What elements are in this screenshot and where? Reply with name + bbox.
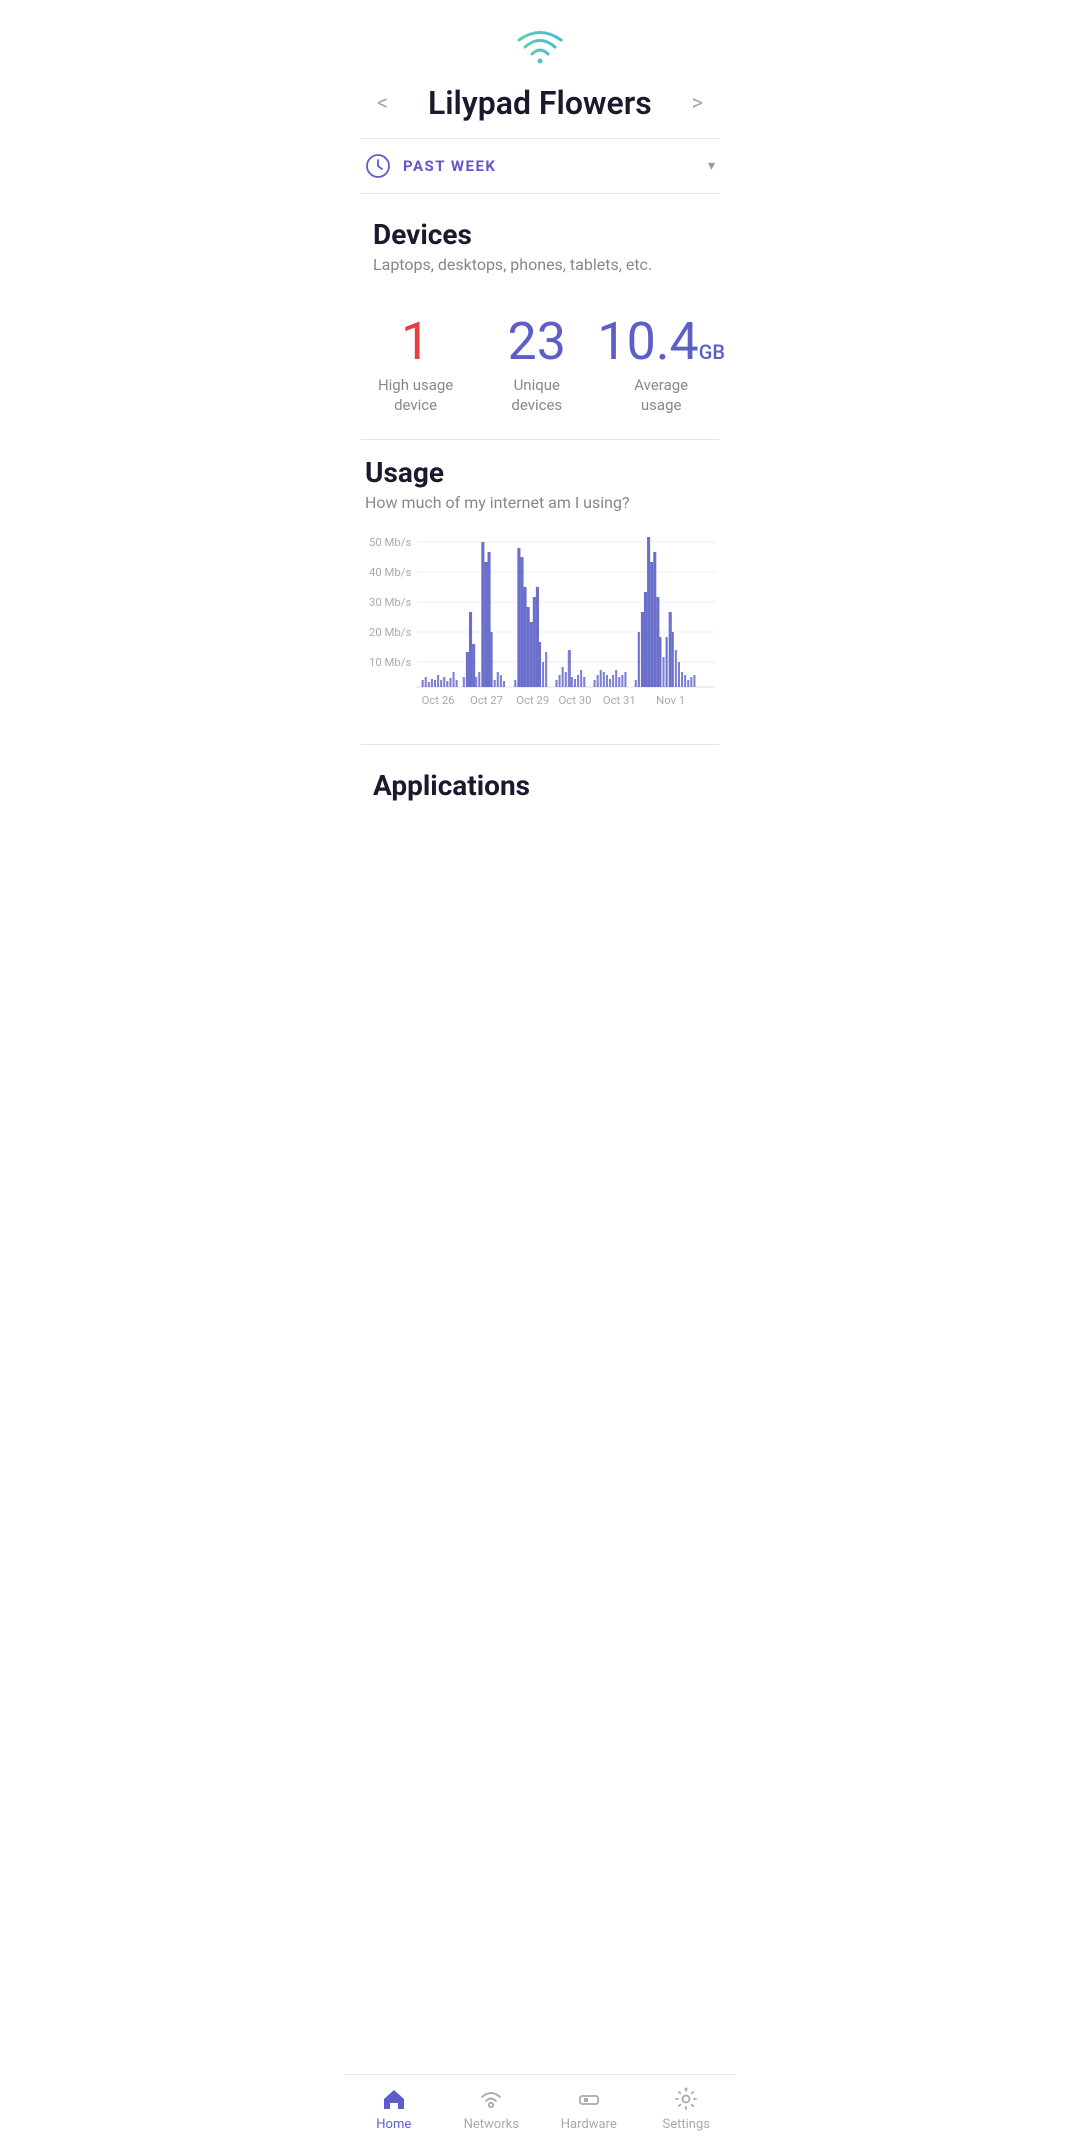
networks-icon — [477, 2085, 505, 2113]
svg-text:30 Mb/s: 30 Mb/s — [369, 596, 412, 609]
nav-settings-label: Settings — [663, 2117, 710, 2132]
nav-home[interactable]: Home — [345, 2085, 443, 2132]
dropdown-arrow-icon: ▾ — [708, 158, 715, 174]
svg-text:Oct 29: Oct 29 — [516, 694, 549, 707]
network-title-row: < Lilypad Flowers > — [345, 76, 735, 138]
usage-subtitle: How much of my internet am I using? — [365, 493, 715, 512]
usage-title: Usage — [365, 456, 715, 489]
nav-hardware[interactable]: Hardware — [540, 2085, 638, 2132]
svg-text:20 Mb/s: 20 Mb/s — [369, 626, 412, 639]
wifi-signal-icon — [516, 28, 564, 66]
home-icon — [380, 2085, 408, 2113]
wifi-header — [345, 0, 735, 76]
svg-text:10 Mb/s: 10 Mb/s — [369, 656, 412, 669]
svg-text:Oct 30: Oct 30 — [559, 694, 592, 707]
svg-text:Oct 31: Oct 31 — [603, 694, 636, 707]
stat-unique-devices[interactable]: 23 Uniquedevices — [476, 316, 597, 415]
prev-network-button[interactable]: < — [369, 87, 396, 120]
nav-settings[interactable]: Settings — [638, 2085, 736, 2132]
high-usage-value: 1 — [401, 316, 430, 368]
usage-chart: 50 Mb/s 40 Mb/s 30 Mb/s 20 Mb/s 10 Mb/s — [365, 532, 715, 732]
clock-icon — [365, 153, 391, 179]
devices-title: Devices — [373, 218, 707, 251]
nav-home-label: Home — [376, 2117, 411, 2132]
usage-section: Usage How much of my internet am I using… — [345, 440, 735, 744]
svg-text:Oct 27: Oct 27 — [470, 694, 503, 707]
average-usage-value: 10.4GB — [597, 316, 725, 368]
stat-high-usage[interactable]: 1 High usagedevice — [355, 316, 476, 415]
bottom-nav: Home Networks Hardware Settings — [345, 2074, 735, 2146]
nav-networks[interactable]: Networks — [443, 2085, 541, 2132]
devices-subtitle: Laptops, desktops, phones, tablets, etc. — [373, 255, 707, 274]
svg-text:Nov 1: Nov 1 — [656, 694, 685, 707]
stat-average-usage[interactable]: 10.4GB Averageusage — [597, 316, 725, 415]
time-filter-selector[interactable]: PAST WEEK ▾ — [345, 139, 735, 193]
network-title: Lilypad Flowers — [428, 84, 652, 122]
settings-icon — [672, 2085, 700, 2113]
svg-text:40 Mb/s: 40 Mb/s — [369, 566, 412, 579]
applications-section: Applications — [345, 745, 735, 818]
usage-chart-svg: 50 Mb/s 40 Mb/s 30 Mb/s 20 Mb/s 10 Mb/s — [365, 532, 715, 732]
nav-networks-label: Networks — [464, 2117, 519, 2132]
unique-devices-value: 23 — [508, 316, 566, 368]
average-usage-label: Averageusage — [634, 376, 688, 415]
nav-hardware-label: Hardware — [561, 2117, 617, 2132]
devices-section: Devices Laptops, desktops, phones, table… — [345, 194, 735, 306]
hardware-icon — [575, 2085, 603, 2113]
next-network-button[interactable]: > — [683, 87, 711, 120]
time-filter-label: PAST WEEK — [403, 157, 708, 175]
svg-text:50 Mb/s: 50 Mb/s — [369, 536, 412, 549]
applications-title: Applications — [373, 769, 707, 802]
svg-text:Oct 26: Oct 26 — [422, 694, 455, 707]
high-usage-label: High usagedevice — [378, 376, 453, 415]
devices-stats-row: 1 High usagedevice 23 Uniquedevices 10.4… — [345, 306, 735, 439]
unique-devices-label: Uniquedevices — [511, 376, 562, 415]
